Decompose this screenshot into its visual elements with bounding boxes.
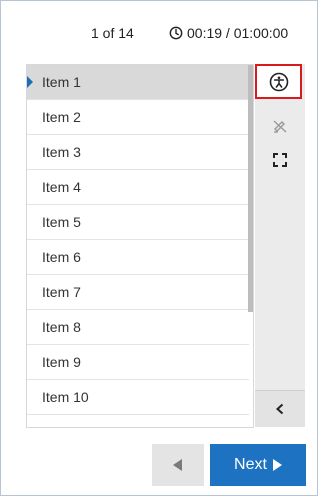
next-button-label: Next bbox=[234, 456, 267, 473]
clock-icon bbox=[169, 26, 183, 40]
list-item-label: Item 6 bbox=[42, 249, 81, 265]
previous-button[interactable] bbox=[152, 444, 204, 486]
item-list: Item 1 Item 2 Item 3 Item 4 Item 5 Item … bbox=[26, 64, 254, 428]
timer-text: 00:19 / 01:00:00 bbox=[187, 25, 289, 41]
list-item[interactable]: Item 6 bbox=[27, 240, 249, 275]
collapse-chevron-icon bbox=[276, 403, 284, 415]
assessment-panel: 1 of 14 00:19 / 01:00:00 Item 1 Item 2 I… bbox=[0, 0, 318, 496]
collapse-toolbar-button[interactable] bbox=[255, 390, 305, 427]
list-item[interactable]: Item 1 bbox=[27, 65, 249, 100]
list-item-label: Item 2 bbox=[42, 109, 81, 125]
list-item[interactable]: Item 10 bbox=[27, 380, 249, 415]
fullscreen-button[interactable] bbox=[255, 142, 305, 178]
list-item[interactable]: Item 9 bbox=[27, 345, 249, 380]
list-item-label: Item 8 bbox=[42, 319, 81, 335]
list-item-label: Item 3 bbox=[42, 144, 81, 160]
list-item-label: Item 9 bbox=[42, 354, 81, 370]
no-highlight-icon bbox=[273, 120, 287, 133]
fullscreen-icon bbox=[273, 153, 287, 167]
list-item[interactable]: Item 8 bbox=[27, 310, 249, 345]
header-bar: 1 of 14 00:19 / 01:00:00 bbox=[1, 1, 317, 55]
list-item[interactable]: Item 7 bbox=[27, 275, 249, 310]
list-item-label: Item 1 bbox=[42, 74, 81, 90]
list-item-label: Item 10 bbox=[42, 389, 89, 405]
list-item-label: Item 5 bbox=[42, 214, 81, 230]
next-button[interactable]: Next bbox=[210, 444, 306, 486]
accessibility-button[interactable] bbox=[255, 64, 302, 99]
list-item[interactable]: Item 2 bbox=[27, 100, 249, 135]
list-item[interactable]: Item 3 bbox=[27, 135, 249, 170]
triangle-left-icon bbox=[173, 459, 182, 471]
list-scrollbar[interactable] bbox=[248, 65, 253, 312]
list-item-label: Item 7 bbox=[42, 284, 81, 300]
list-item[interactable]: Item 4 bbox=[27, 170, 249, 205]
no-highlight-button[interactable] bbox=[255, 108, 305, 144]
timer: 00:19 / 01:00:00 bbox=[169, 25, 288, 41]
triangle-right-icon bbox=[272, 459, 282, 471]
side-toolbar bbox=[255, 64, 305, 427]
list-item[interactable]: Item 5 bbox=[27, 205, 249, 240]
question-counter: 1 of 14 bbox=[91, 25, 134, 41]
list-item-label: Item 4 bbox=[42, 179, 81, 195]
accessibility-icon bbox=[269, 72, 288, 91]
